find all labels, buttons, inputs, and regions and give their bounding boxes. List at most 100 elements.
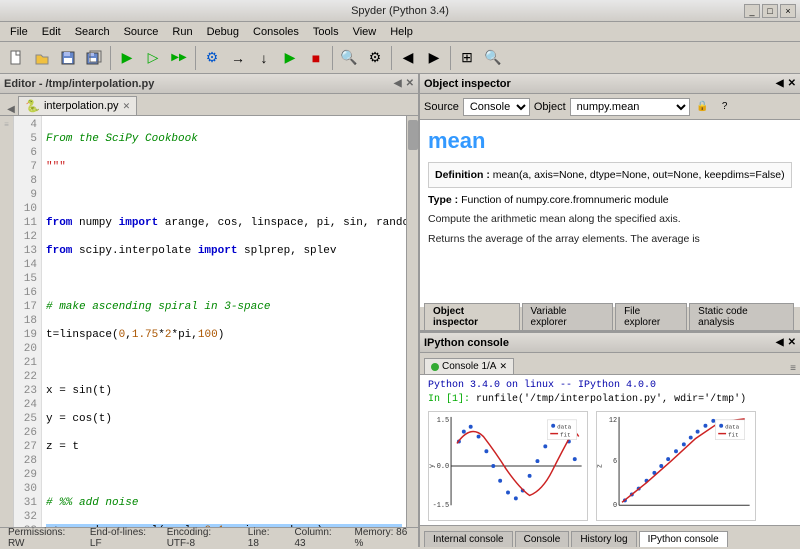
console-menu-btn[interactable]: ≡ <box>790 363 796 374</box>
toolbar: ▶ ▷ ▶▶ ⚙ → ↓ ▶ ■ 🔍 ⚙ ◀ ▶ ⊞ 🔍 <box>0 42 800 74</box>
menu-consoles[interactable]: Consoles <box>247 25 305 39</box>
window-controls[interactable]: _ □ × <box>744 4 796 18</box>
definition-text: mean(a, axis=None, dtype=None, out=None,… <box>493 169 785 181</box>
zoom-button[interactable]: 🔍 <box>481 46 505 70</box>
menu-help[interactable]: Help <box>384 25 419 39</box>
close-button[interactable]: × <box>780 4 796 18</box>
debug-button[interactable]: ⚙ <box>200 46 224 70</box>
object-selector[interactable]: numpy.mean <box>570 98 690 116</box>
inspector-lock-button[interactable]: 🔒 <box>694 98 712 116</box>
right-panel: Object inspector ◀ ✕ Source Console Obje… <box>420 74 800 547</box>
title-bar: Spyder (Python 3.4) _ □ × <box>0 0 800 22</box>
layout-button[interactable]: ⊞ <box>455 46 479 70</box>
run-cell-button[interactable]: ▷ <box>141 46 165 70</box>
code-line-18: x+= random.normal(scale=0.1, size=x.shap… <box>46 524 402 527</box>
tab-static-analysis[interactable]: Static code analysis <box>689 303 794 330</box>
column-status: Column: 43 <box>294 527 338 549</box>
console-tab-close[interactable]: ✕ <box>499 361 507 372</box>
object-label: Object <box>534 101 566 113</box>
description-2: Returns the average of the array element… <box>428 232 792 248</box>
save-all-button[interactable] <box>82 46 106 70</box>
stop-debug-button[interactable]: ■ <box>304 46 328 70</box>
code-area[interactable]: From the SciPy Cookbook """ from numpy i… <box>42 116 406 527</box>
step-into-button[interactable]: ↓ <box>252 46 276 70</box>
editor-options-button[interactable]: ◀ <box>394 78 402 89</box>
inspector-help-button[interactable]: ? <box>716 98 734 116</box>
editor-close-button[interactable]: ✕ <box>406 78 414 89</box>
next-button[interactable]: ▶ <box>422 46 446 70</box>
maximize-button[interactable]: □ <box>762 4 778 18</box>
source-label: Source <box>424 101 459 113</box>
step-button[interactable]: → <box>226 46 250 70</box>
permissions-status: Permissions: RW <box>8 527 74 549</box>
new-file-button[interactable] <box>4 46 28 70</box>
memory-status: Memory: 86 % <box>355 527 411 549</box>
run-cell-advance-button[interactable]: ▶▶ <box>167 46 191 70</box>
console-options-btn[interactable]: ◀ <box>776 337 784 348</box>
definition-label: Definition : <box>435 169 493 181</box>
console-close-btn[interactable]: ✕ <box>788 337 796 348</box>
code-line-8: from scipy.interpolate import splprep, s… <box>46 244 402 258</box>
file-tab-label: interpolation.py <box>44 100 119 112</box>
settings-button[interactable]: ⚙ <box>363 46 387 70</box>
continue-button[interactable]: ▶ <box>278 46 302 70</box>
inspector-options-button[interactable]: ◀ <box>776 78 784 89</box>
menu-tools[interactable]: Tools <box>307 25 345 39</box>
object-inspector-content: mean Definition : mean(a, axis=None, dty… <box>420 120 800 307</box>
main-content: Editor - /tmp/interpolation.py ◀ ✕ ◀ 🐍 i… <box>0 74 800 547</box>
code-line-16 <box>46 468 402 482</box>
inspector-tabs: Object inspector Variable explorer File … <box>420 307 800 331</box>
chart-1: 1.5 0.0 -1.5 y <box>428 411 588 521</box>
svg-text:1.5: 1.5 <box>437 417 449 425</box>
file-tab-close[interactable]: ✕ <box>123 101 131 112</box>
tab-object-inspector[interactable]: Object inspector <box>424 303 520 330</box>
console-content[interactable]: Python 3.4.0 on linux -- IPython 4.0.0 I… <box>420 375 800 525</box>
code-line-6 <box>46 188 402 202</box>
tab-variable-explorer[interactable]: Variable explorer <box>522 303 614 330</box>
find-button[interactable]: 🔍 <box>337 46 361 70</box>
menu-file[interactable]: File <box>4 25 34 39</box>
code-editor[interactable]: ≡ 4 5 6 7 8 9 10 11 12 13 14 15 16 17 18… <box>0 116 418 527</box>
menu-run[interactable]: Run <box>166 25 198 39</box>
tab-internal-console[interactable]: Internal console <box>424 531 513 547</box>
code-line-9 <box>46 272 402 286</box>
tab-console[interactable]: Console <box>515 531 570 547</box>
editor-panel-header: Editor - /tmp/interpolation.py ◀ ✕ <box>0 74 418 94</box>
console-input-line: In [1]: runfile('/tmp/interpolation.py',… <box>428 393 792 407</box>
console-command: runfile('/tmp/interpolation.py', wdir='/… <box>476 394 746 405</box>
separator-1 <box>110 46 111 70</box>
minimize-button[interactable]: _ <box>744 4 760 18</box>
tab-history-log[interactable]: History log <box>571 531 636 547</box>
prev-button[interactable]: ◀ <box>396 46 420 70</box>
menu-source[interactable]: Source <box>118 25 165 39</box>
console-tab-1[interactable]: Console 1/A ✕ <box>424 358 514 374</box>
file-tab-interpolation[interactable]: 🐍 interpolation.py ✕ <box>18 96 137 115</box>
source-selector[interactable]: Console <box>463 98 530 116</box>
run-button[interactable]: ▶ <box>115 46 139 70</box>
type-line: Type : Function of numpy.core.fromnumeri… <box>428 194 792 206</box>
console-panel-header: IPython console ◀ ✕ <box>420 333 800 353</box>
menu-view[interactable]: View <box>347 25 383 39</box>
save-button[interactable] <box>56 46 80 70</box>
chart-2-svg: 12 6 0 z <box>597 412 755 520</box>
tab-file-explorer[interactable]: File explorer <box>615 303 687 330</box>
description-1: Compute the arithmetic mean along the sp… <box>428 212 792 228</box>
open-file-button[interactable] <box>30 46 54 70</box>
object-inspector-header: Object inspector ◀ ✕ <box>420 74 800 94</box>
console-tab-label: Console 1/A <box>442 361 496 372</box>
chart-1-svg: 1.5 0.0 -1.5 y <box>429 412 587 520</box>
code-line-7: from numpy import arange, cos, linspace,… <box>46 216 402 230</box>
chart-2: 12 6 0 z <box>596 411 756 521</box>
menu-search[interactable]: Search <box>69 25 116 39</box>
code-line-13: x = sin(t) <box>46 384 402 398</box>
svg-text:0: 0 <box>613 502 617 510</box>
editor-scrollbar[interactable] <box>406 116 418 527</box>
definition-box: Definition : mean(a, axis=None, dtype=No… <box>428 162 792 188</box>
code-line-15: z = t <box>46 440 402 454</box>
svg-text:0.0: 0.0 <box>437 463 449 471</box>
tab-ipython-console[interactable]: IPython console <box>639 531 728 547</box>
inspector-close-button[interactable]: ✕ <box>788 78 796 89</box>
menu-edit[interactable]: Edit <box>36 25 67 39</box>
menu-debug[interactable]: Debug <box>201 25 245 39</box>
console-status-dot <box>431 363 439 371</box>
